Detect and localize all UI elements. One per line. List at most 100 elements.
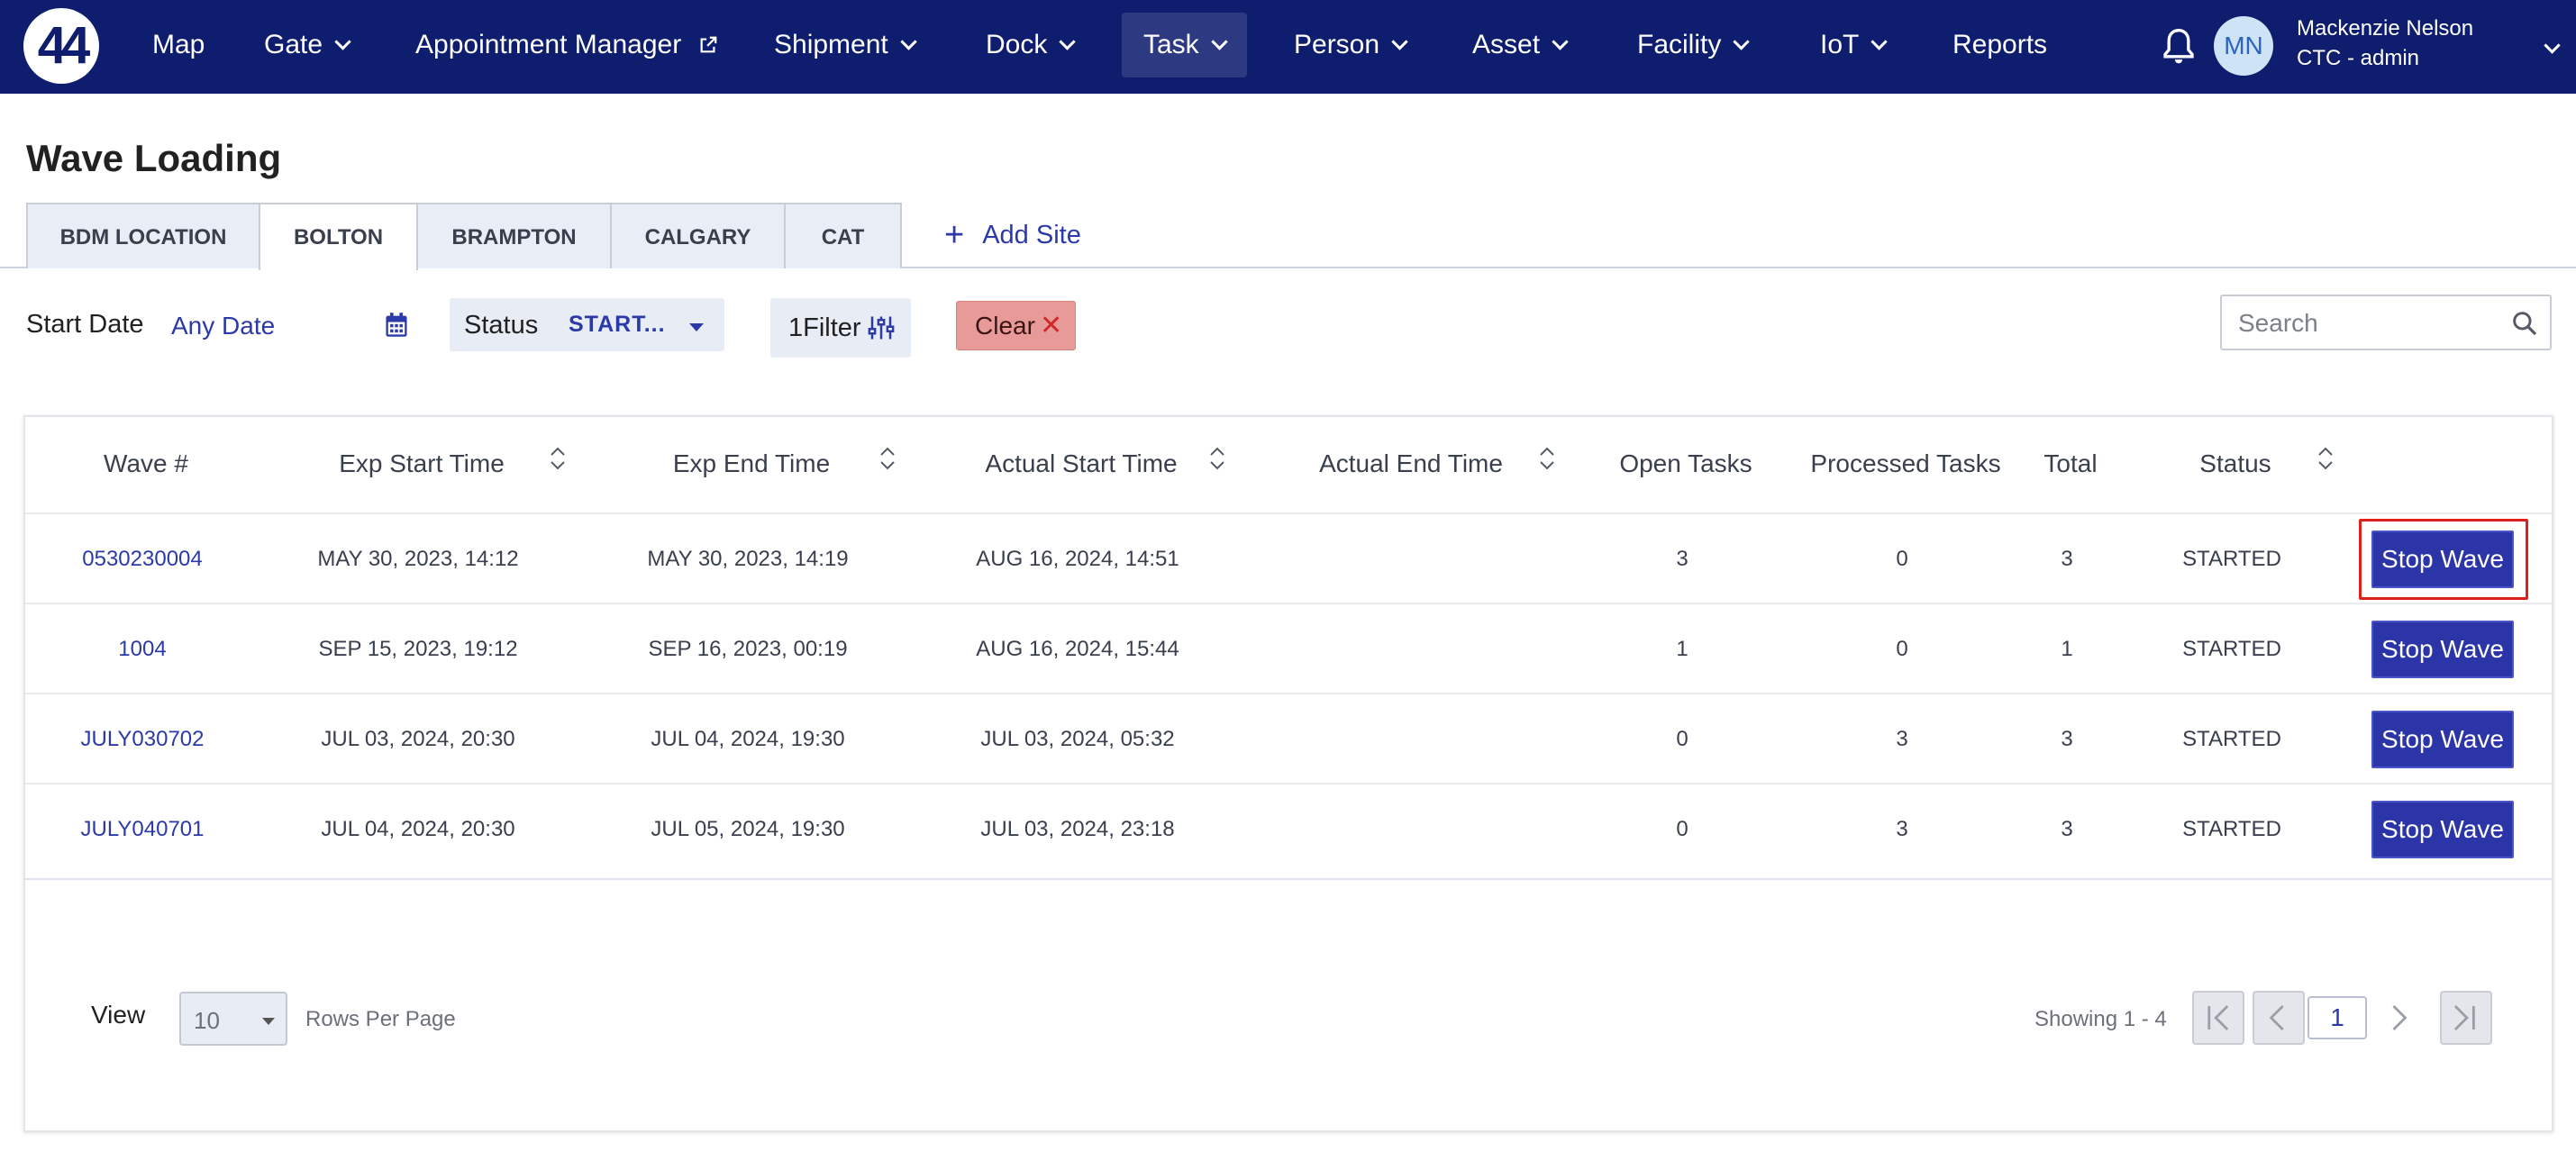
first-page-button[interactable]: [2192, 991, 2244, 1045]
search-icon[interactable]: [2510, 309, 2539, 338]
table-bottom-border: [25, 878, 2552, 880]
filter-count: 1: [788, 313, 804, 342]
nav-item-gate[interactable]: Gate: [264, 13, 351, 77]
open-tasks: 0: [1676, 727, 1689, 751]
column-header-processed-tasks: Processed Tasks: [1810, 449, 2001, 477]
sort-icon[interactable]: [1537, 444, 1557, 473]
page-number-input[interactable]: 1: [2307, 996, 2367, 1039]
chevron-down-icon: [1552, 33, 1569, 50]
tab-brampton[interactable]: BRAMPTON: [416, 203, 612, 268]
nav-item-map[interactable]: Map: [152, 13, 205, 77]
column-header-status[interactable]: Status: [2199, 449, 2271, 478]
nav-item-asset[interactable]: Asset: [1472, 13, 1569, 77]
chevron-left-icon: [2269, 1004, 2284, 1031]
wave-number-link[interactable]: JULY030702: [81, 727, 205, 752]
nav-item-task[interactable]: Task: [1122, 13, 1247, 77]
nav-item-reports[interactable]: Reports: [1952, 13, 2047, 77]
tab-bolton[interactable]: BOLTON: [259, 203, 418, 270]
add-site-button[interactable]: + Add Site: [944, 216, 1081, 255]
tab-calgary[interactable]: CALGARY: [610, 203, 786, 268]
last-page-button[interactable]: [2440, 991, 2492, 1045]
showing-range: Showing 1 - 4: [2034, 1007, 2167, 1031]
total-tasks: 3: [2061, 547, 2073, 571]
status-filter-dropdown[interactable]: Status START...: [450, 298, 724, 351]
clear-filters-button[interactable]: Clear ✕: [956, 301, 1076, 350]
stop-wave-button[interactable]: Stop Wave: [2371, 711, 2514, 768]
exp-end-time: SEP 16, 2023, 00:19: [648, 637, 848, 661]
nav-item-person[interactable]: Person: [1294, 13, 1408, 77]
filter-label: Filter: [803, 313, 861, 342]
processed-tasks: 0: [1896, 637, 1908, 661]
total-tasks: 3: [2061, 727, 2073, 751]
chevron-down-icon: [1210, 33, 1228, 50]
stop-wave-button[interactable]: Stop Wave: [2371, 801, 2514, 858]
exp-start-time: MAY 30, 2023, 14:12: [317, 547, 519, 571]
user-role: CTC - admin: [2297, 46, 2420, 70]
total-tasks: 3: [2061, 817, 2073, 841]
next-page-button[interactable]: [2373, 991, 2426, 1045]
search-field[interactable]: [2220, 295, 2552, 350]
status-filter-value: START...: [569, 312, 666, 337]
sort-icon[interactable]: [548, 444, 568, 473]
user-name[interactable]: Mackenzie Nelson: [2297, 16, 2473, 41]
nav-item-dock[interactable]: Dock: [986, 13, 1077, 77]
column-header-exp-end-time[interactable]: Exp End Time: [673, 449, 830, 478]
column-header-open-tasks: Open Tasks: [1619, 449, 1752, 477]
chevron-down-icon: [334, 33, 351, 50]
start-date-label: Start Date: [26, 310, 144, 339]
nav-item-appointment-manager[interactable]: Appointment Manager: [415, 13, 718, 77]
exp-end-time: JUL 04, 2024, 19:30: [651, 727, 845, 751]
stop-wave-button[interactable]: Stop Wave: [2371, 531, 2514, 588]
start-date-value[interactable]: Any Date: [171, 312, 275, 340]
status-value: STARTED: [2182, 547, 2281, 571]
nav-item-facility[interactable]: Facility: [1637, 13, 1751, 77]
open-tasks: 0: [1676, 817, 1689, 841]
actual-start-time: AUG 16, 2024, 15:44: [976, 637, 1179, 661]
sort-icon[interactable]: [878, 444, 897, 473]
column-header-actual-start-time[interactable]: Actual Start Time: [985, 449, 1177, 478]
status-filter-label: Status: [464, 311, 539, 340]
nav-item-shipment[interactable]: Shipment: [774, 13, 917, 77]
processed-tasks: 3: [1896, 817, 1908, 841]
actual-start-time: JUL 03, 2024, 05:32: [980, 727, 1175, 751]
rows-per-page-select[interactable]: 10: [179, 992, 287, 1046]
nav-item-iot[interactable]: IoT: [1820, 13, 1889, 77]
caret-down-icon: [262, 1018, 275, 1025]
page-title: Wave Loading: [26, 137, 282, 179]
filter-button[interactable]: 1Filter: [770, 298, 911, 358]
status-value: STARTED: [2182, 727, 2281, 751]
exp-end-time: MAY 30, 2023, 14:19: [647, 547, 849, 571]
chevron-down-icon: [1871, 33, 1889, 50]
column-header-exp-start-time[interactable]: Exp Start Time: [339, 449, 505, 478]
bell-icon[interactable]: [2161, 27, 2197, 67]
search-input[interactable]: [2238, 307, 2499, 340]
sort-icon[interactable]: [1207, 444, 1227, 473]
sort-icon[interactable]: [2316, 444, 2335, 473]
status-value: STARTED: [2182, 817, 2281, 841]
logo[interactable]: 44: [23, 8, 99, 84]
view-label: View: [91, 1001, 146, 1029]
user-menu-chevron-icon[interactable]: [2544, 37, 2561, 54]
chevron-right-icon: [2392, 1004, 2408, 1031]
column-header-total: Total: [2044, 449, 2098, 477]
avatar[interactable]: MN: [2214, 16, 2273, 76]
table-row: 0530230004 MAY 30, 2023, 14:12 MAY 30, 2…: [25, 512, 2552, 603]
tab-cat[interactable]: CAT: [784, 203, 902, 268]
wave-number-link[interactable]: 1004: [118, 637, 166, 662]
column-header-actual-end-time[interactable]: Actual End Time: [1319, 449, 1503, 478]
calendar-icon[interactable]: [384, 312, 409, 339]
table-row: JULY040701 JUL 04, 2024, 20:30 JUL 05, 2…: [25, 783, 2552, 873]
stop-wave-button[interactable]: Stop Wave: [2371, 621, 2514, 678]
actual-start-time: AUG 16, 2024, 14:51: [976, 547, 1179, 571]
chevron-down-icon: [1059, 33, 1077, 50]
top-navigation: 44 Map Gate Appointment Manager Shipment…: [0, 0, 2576, 94]
previous-page-button[interactable]: [2253, 991, 2305, 1045]
sliders-icon: [868, 316, 895, 340]
wave-number-link[interactable]: JULY040701: [81, 817, 205, 842]
actual-start-time: JUL 03, 2024, 23:18: [980, 817, 1175, 841]
tab-bdm-location[interactable]: BDM LOCATION: [26, 203, 260, 268]
chevron-down-icon: [1391, 33, 1408, 50]
wave-number-link[interactable]: 0530230004: [82, 547, 202, 572]
exp-start-time: JUL 04, 2024, 20:30: [321, 817, 515, 841]
last-page-icon: [2453, 1004, 2475, 1031]
